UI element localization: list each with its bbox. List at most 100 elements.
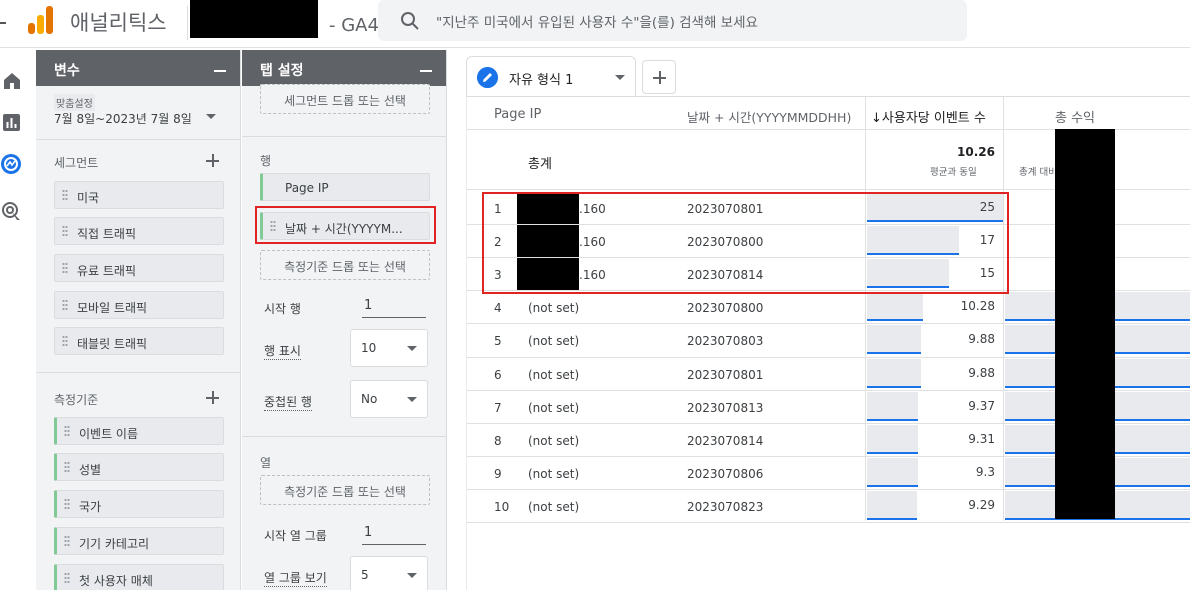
search-icon	[401, 12, 419, 30]
variables-panel: 변수 맞춤설정 7월 8일~2023년 7월 8일 세그먼트 미국 직접 트래픽…	[36, 50, 241, 590]
highlight-box-row-chip	[255, 206, 436, 244]
page-ip: (not set)	[528, 433, 580, 448]
header-divider	[187, 6, 188, 40]
divider	[36, 139, 240, 140]
chevron-down-icon[interactable]	[206, 114, 216, 119]
dimension-chip[interactable]: 이벤트 이름	[54, 417, 224, 445]
drag-handle-icon[interactable]	[64, 572, 70, 585]
value-bar	[867, 424, 918, 454]
events-per-user-value: 9.37	[968, 398, 995, 413]
segment-chip[interactable]: 직접 트래픽	[54, 217, 224, 245]
show-col-groups-label: 열 그룹 보기	[264, 571, 327, 587]
reports-icon[interactable]	[0, 111, 24, 135]
total-sub: 평균과 동일	[930, 167, 977, 178]
analytics-logo-icon	[28, 6, 53, 34]
dimensions-title: 측정기준	[54, 393, 99, 407]
drag-handle-icon[interactable]	[62, 299, 68, 312]
segments-title: 세그먼트	[54, 156, 99, 170]
column-drop-zone[interactable]: 측정기준 드롭 또는 선택	[260, 475, 430, 505]
chevron-down-icon[interactable]	[615, 75, 625, 80]
add-dimension-icon[interactable]	[206, 391, 219, 404]
show-rows-select[interactable]: 10	[350, 329, 428, 367]
menu-icon[interactable]	[0, 22, 6, 24]
tab-label: 자유 형식 1	[509, 73, 574, 88]
search-placeholder: "지난주 미국에서 유입된 사용자 수"을(를) 검색해 보세요	[436, 15, 758, 31]
divider	[36, 372, 240, 373]
nested-rows-label: 중첩된 행	[264, 395, 312, 411]
start-col-group-input[interactable]: 1	[362, 523, 426, 545]
row-chip-page-ip[interactable]: Page IP	[260, 173, 430, 201]
datetime: 2023070823	[687, 499, 764, 514]
left-nav	[0, 49, 36, 590]
segment-chip[interactable]: 미국	[54, 181, 224, 209]
show-col-groups-select[interactable]: 5	[350, 556, 428, 590]
drag-handle-icon[interactable]	[64, 461, 70, 474]
add-segment-icon[interactable]	[206, 154, 219, 167]
segment-chip[interactable]: 유료 트래픽	[54, 254, 224, 282]
page-ip: (not set)	[528, 499, 580, 514]
drag-handle-icon[interactable]	[62, 225, 68, 238]
home-icon[interactable]	[0, 69, 24, 93]
explore-icon[interactable]	[0, 152, 24, 176]
drag-handle-icon[interactable]	[62, 262, 68, 275]
dimension-drop-zone[interactable]: 측정기준 드롭 또는 선택	[260, 250, 430, 280]
highlight-box-top-rows	[482, 192, 1009, 294]
segment-chip[interactable]: 태블릿 트래픽	[54, 327, 224, 355]
drag-handle-icon[interactable]	[62, 189, 68, 202]
start-row-input[interactable]: 1	[362, 296, 426, 318]
variables-title: 변수	[54, 63, 80, 79]
value-bar	[867, 358, 921, 388]
col-header-events-per-user[interactable]: ↓사용자당 이벤트 수	[871, 107, 986, 126]
pencil-icon	[477, 67, 498, 88]
col-header-page-ip[interactable]: Page IP	[494, 107, 541, 122]
events-per-user-value: 10.28	[960, 299, 995, 314]
row-number: 8	[494, 433, 502, 448]
chevron-down-icon	[407, 397, 417, 402]
value-bar	[867, 325, 921, 355]
row-number: 7	[494, 400, 502, 415]
collapse-icon[interactable]	[214, 70, 226, 72]
value-bar	[867, 292, 923, 322]
total-revenue-sub: 총계 대비	[1019, 167, 1057, 178]
page-ip: (not set)	[528, 301, 580, 316]
advertising-icon[interactable]	[0, 199, 24, 223]
drag-handle-icon[interactable]	[62, 335, 68, 348]
date-label: 맞춤설정	[54, 94, 95, 111]
row-number: 9	[494, 466, 502, 481]
segment-drop-zone[interactable]: 세그먼트 드롭 또는 선택	[260, 84, 430, 114]
page-ip: (not set)	[528, 400, 580, 415]
show-rows-label: 행 표시	[264, 344, 301, 360]
events-per-user-value: 9.3	[975, 464, 995, 479]
columns-title: 열	[260, 456, 272, 470]
row-number: 10	[494, 499, 510, 514]
page-ip: (not set)	[528, 367, 580, 382]
add-tab-button[interactable]	[642, 60, 676, 94]
nested-rows-select[interactable]: No	[350, 380, 428, 418]
row-number: 6	[494, 367, 502, 382]
search-bar[interactable]: "지난주 미국에서 유입된 사용자 수"을(를) 검색해 보세요	[378, 0, 967, 41]
page-ip: (not set)	[528, 466, 580, 481]
col-header-total-revenue[interactable]: 총 수익	[1055, 107, 1095, 126]
top-bar: 애널리틱스 - GA4 "지난주 미국에서 유입된 사용자 수"을(를) 검색해…	[0, 0, 1190, 48]
value-bar	[867, 490, 917, 520]
dimension-chip[interactable]: 국가	[54, 490, 224, 518]
tab-freeform-1[interactable]: 자유 형식 1	[466, 56, 636, 96]
events-per-user-value: 9.29	[968, 497, 995, 512]
drag-handle-icon[interactable]	[64, 535, 70, 548]
dimension-chip[interactable]: 첫 사용자 매체	[54, 564, 224, 590]
drag-handle-icon[interactable]	[64, 425, 70, 438]
dimension-chip[interactable]: 성별	[54, 453, 224, 481]
collapse-icon[interactable]	[420, 70, 432, 72]
datetime: 2023070806	[687, 466, 764, 481]
exploration-tabs: 자유 형식 1	[466, 56, 1190, 96]
col-header-datetime[interactable]: 날짜 + 시간(YYYYMMDDHH)	[687, 107, 851, 126]
drag-handle-icon[interactable]	[64, 498, 70, 511]
date-range[interactable]: 7월 8일~2023년 7월 8일	[54, 110, 192, 127]
dimension-chip[interactable]: 기기 카테고리	[54, 527, 224, 555]
tab-settings-panel: 탭 설정 세그먼트 드롭 또는 선택 행 Page IP 날짜 + 시간(YYY…	[242, 50, 447, 590]
tab-settings-title: 탭 설정	[260, 63, 304, 79]
property-name[interactable]: - GA4	[329, 15, 379, 36]
segment-chip[interactable]: 모바일 트래픽	[54, 291, 224, 319]
row-divider	[467, 522, 1190, 523]
total-label: 총계	[528, 157, 552, 172]
